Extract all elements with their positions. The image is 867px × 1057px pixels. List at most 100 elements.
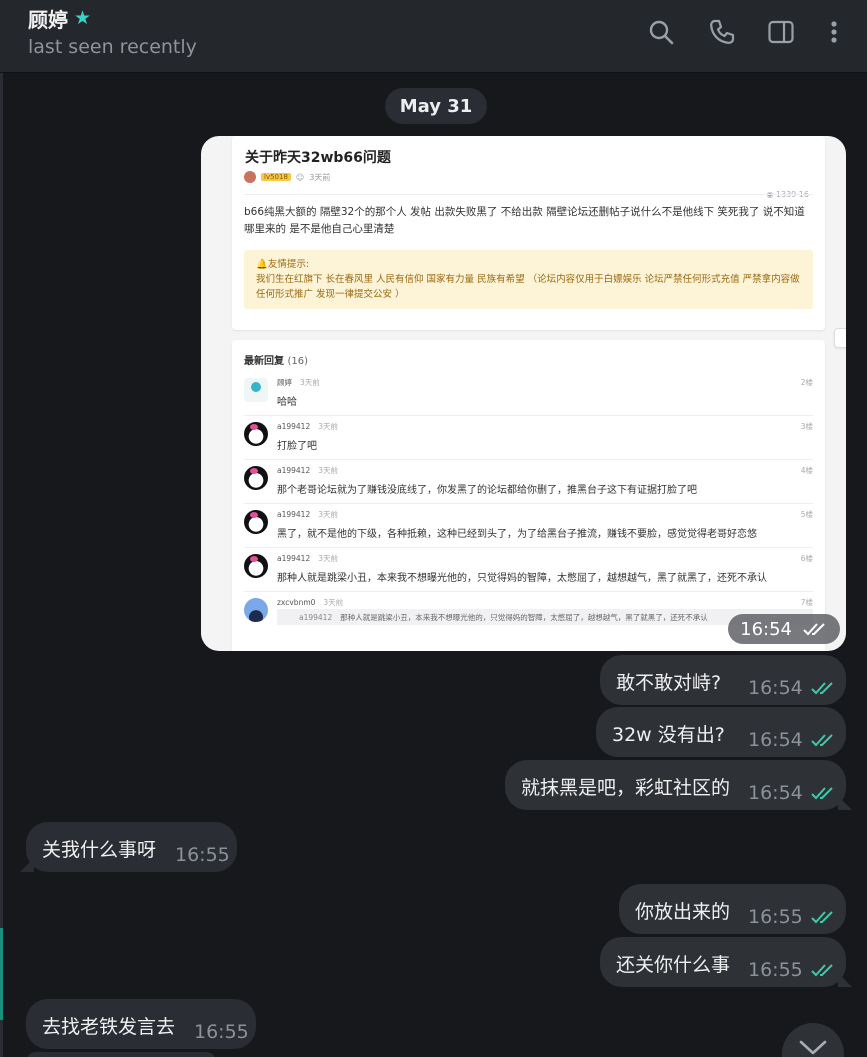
reply-text: 打脸了吧	[277, 441, 317, 452]
reply-ago: 3天前	[318, 466, 339, 475]
last-seen-status: last seen recently	[28, 36, 197, 58]
message-time: 16:54	[748, 729, 803, 751]
left-edge-accent	[0, 928, 3, 1020]
notice-text: 我们生在红旗下 长在春风里 人民有信仰 国家有力量 民族有希望 （论坛内容仅用于…	[256, 274, 800, 300]
post-title: 关于昨天32wb66问题	[245, 150, 391, 166]
outgoing-message[interactable]: 就抹黑是吧，彩虹社区的 16:54	[505, 760, 852, 810]
reply-ago: 3天前	[300, 378, 320, 387]
reply-floor: 5楼	[800, 510, 813, 519]
outgoing-message[interactable]: 32w 没有出? 16:54	[596, 707, 846, 757]
notice-box: 🔔友情提示: 我们生在红旗下 长在春风里 人民有信仰 国家有力量 民族有希望 （…	[244, 250, 813, 309]
read-ticks-icon	[811, 911, 833, 924]
reply-user: a199412	[277, 466, 311, 475]
incoming-message-partial[interactable]	[26, 1052, 216, 1057]
read-ticks-icon	[811, 682, 833, 695]
incoming-message[interactable]: 去找老铁发言去 16:55	[26, 999, 256, 1049]
replies-title: 最新回复 (16)	[244, 356, 309, 367]
quote-text: 那种人就是跳梁小丑，本来我不想曝光他的，只觉得妈的智障，太憋屈了，越想越气，黑了…	[340, 613, 708, 622]
sidebar-toggle-icon[interactable]	[767, 18, 795, 46]
post-ago: 3天前	[309, 172, 331, 182]
chat-title-row[interactable]: 顾婷 ★	[28, 4, 91, 33]
reply-floor: 4楼	[800, 466, 813, 475]
reply-text: 那个老哥论坛就为了赚钱没底线了，你发黑了的论坛都给你删了，推黑台子这下有证据打脸…	[277, 485, 697, 496]
date-separator: May 31	[385, 88, 487, 124]
reply-user: a199412	[277, 422, 311, 431]
reply-ago: 3天前	[318, 510, 339, 519]
reply-item: a199412 3天前 5楼 黑了，就不是他的下级，各种抵赖，这种已经到头了，为了…	[244, 504, 813, 548]
message-text: 还关你什么事	[616, 954, 731, 976]
message-time: 16:55	[748, 959, 803, 981]
reply-floor: 6楼	[800, 554, 813, 563]
level-badge: lv5018	[261, 173, 291, 181]
screenshot-replies-card: 最新回复 (16) 顾婷 3天前 2楼 哈哈 a199412 3天前 3楼 打脸了吧…	[232, 340, 825, 651]
message-text: 你放出来的	[635, 901, 731, 923]
scroll-to-bottom-button[interactable]	[782, 1023, 844, 1057]
reply-user: zxcvbnm0	[277, 598, 316, 607]
reply-ago: 3天前	[318, 422, 339, 431]
reply-text: 哈哈	[277, 397, 297, 408]
message-time: 16:55	[194, 1021, 249, 1043]
read-ticks-icon	[811, 964, 833, 977]
user-icon: ☺	[295, 172, 305, 182]
message-text: 就抹黑是吧，彩虹社区的	[521, 777, 731, 799]
side-widget-edge	[834, 328, 846, 348]
avatar	[244, 378, 268, 402]
bell-icon: 🔔	[256, 259, 268, 270]
reply-user: a199412	[277, 510, 311, 519]
image-timestamp: 16:54	[728, 614, 840, 644]
reply-item: a199412 3天前 4楼 那个老哥论坛就为了赚钱没底线了，你发黑了的论坛都给你…	[244, 460, 813, 504]
incoming-message[interactable]: 关我什么事呀 16:55	[20, 822, 237, 872]
reply-user: 顾婷	[277, 378, 292, 387]
avatar	[244, 554, 268, 578]
message-time: 16:54	[748, 782, 803, 804]
reply-item: a199412 3天前 6楼 那种人就是跳梁小丑，本来我不想曝光他的，只觉得妈的智…	[244, 548, 813, 592]
star-icon: ★	[74, 7, 92, 29]
reply-ago: 3天前	[323, 598, 344, 607]
avatar	[244, 171, 256, 183]
reply-text: 黑了，就不是他的下级，各种抵赖，这种已经到头了，为了给黑台子推流，赚钱不要脸，感…	[277, 529, 757, 540]
divider	[244, 194, 813, 195]
chat-name[interactable]: 顾婷	[28, 4, 68, 33]
avatar	[244, 422, 268, 446]
message-time: 16:54	[740, 618, 792, 640]
read-ticks-icon	[803, 623, 825, 636]
avatar	[244, 466, 268, 490]
reply-floor: 3楼	[800, 422, 813, 431]
bubble-tail	[838, 973, 852, 987]
reply-item: 顾婷 3天前 2楼 哈哈	[244, 372, 813, 416]
message-text: 32w 没有出?	[612, 724, 725, 746]
reply-text: 那种人就是跳梁小丑，本来我不想曝光他的，只觉得妈的智障，太憋屈了，越想越气，黑了…	[277, 573, 767, 584]
reply-ago: 3天前	[318, 554, 339, 563]
phone-icon[interactable]	[708, 18, 736, 46]
message-time: 16:54	[748, 677, 803, 699]
avatar	[244, 510, 268, 534]
left-edge-strip	[0, 73, 3, 1057]
post-meta: lv5018 ☺ 3天前	[244, 171, 330, 183]
bubble-tail	[20, 858, 34, 872]
screenshot-post-card: 关于昨天32wb66问题 lv5018 ☺ 3天前 ◉ 1339 16 b66纯…	[232, 136, 825, 330]
more-vertical-icon[interactable]	[820, 18, 848, 46]
search-icon[interactable]	[647, 18, 675, 46]
chat-header: 顾婷 ★ last seen recently	[0, 0, 867, 73]
message-text: 去找老铁发言去	[42, 1016, 176, 1038]
post-body: b66纯黑大额的 隔壁32个的那个人 发帖 出款失败黑了 不给出款 隔壁论坛还删…	[244, 206, 805, 235]
chevron-down-icon	[799, 1040, 827, 1055]
bubble-tail	[838, 796, 852, 810]
outgoing-message[interactable]: 敢不敢对峙? 16:54	[600, 655, 846, 705]
message-text: 敢不敢对峙?	[616, 672, 722, 694]
message-text: 关我什么事呀	[42, 839, 157, 861]
read-ticks-icon	[811, 734, 833, 747]
outgoing-message[interactable]: 还关你什么事 16:55	[600, 937, 852, 987]
message-time: 16:55	[748, 906, 803, 928]
notice-title: 友情提示:	[267, 259, 310, 270]
read-ticks-icon	[811, 787, 833, 800]
message-time: 16:55	[175, 844, 230, 866]
avatar	[244, 598, 268, 622]
reply-item: a199412 3天前 3楼 打脸了吧	[244, 416, 813, 460]
reply-floor: 2楼	[800, 378, 813, 387]
image-message[interactable]: 关于昨天32wb66问题 lv5018 ☺ 3天前 ◉ 1339 16 b66纯…	[201, 136, 846, 651]
outgoing-message[interactable]: 你放出来的 16:55	[619, 884, 846, 934]
reply-floor: 7楼	[800, 598, 813, 607]
reply-user: a199412	[277, 554, 311, 563]
quote-user: a199412	[299, 613, 333, 622]
